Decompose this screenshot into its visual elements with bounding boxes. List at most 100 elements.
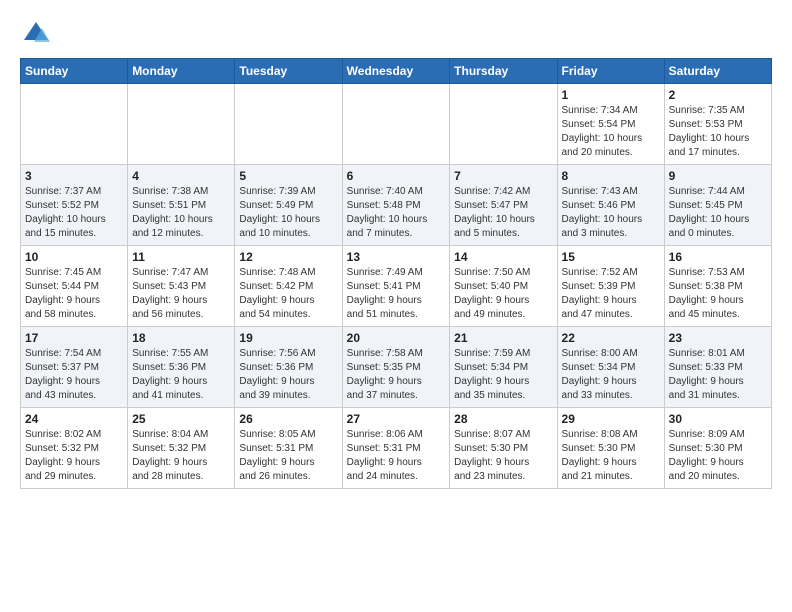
calendar-cell: 27 Sunrise: 8:06 AM Sunset: 5:31 PM Dayli… [342, 408, 450, 489]
day-number: 23 [669, 331, 767, 345]
day-info: Sunrise: 7:50 AM Sunset: 5:40 PM Dayligh… [454, 266, 552, 322]
day-of-week-saturday: Saturday [664, 59, 771, 84]
day-number: 3 [25, 169, 123, 183]
day-of-week-monday: Monday [128, 59, 235, 84]
day-info: Sunrise: 7:34 AM Sunset: 5:54 PM Dayligh… [562, 104, 660, 160]
day-info: Sunrise: 7:56 AM Sunset: 5:36 PM Dayligh… [239, 347, 337, 403]
day-info: Sunrise: 7:42 AM Sunset: 5:47 PM Dayligh… [454, 185, 552, 241]
day-number: 12 [239, 250, 337, 264]
calendar-cell [21, 84, 128, 165]
day-info: Sunrise: 7:40 AM Sunset: 5:48 PM Dayligh… [347, 185, 446, 241]
calendar-cell: 22 Sunrise: 8:00 AM Sunset: 5:34 PM Dayli… [557, 327, 664, 408]
calendar-cell: 19 Sunrise: 7:56 AM Sunset: 5:36 PM Dayli… [235, 327, 342, 408]
day-number: 20 [347, 331, 446, 345]
calendar-body: 1 Sunrise: 7:34 AM Sunset: 5:54 PM Daylig… [21, 84, 772, 489]
day-info: Sunrise: 7:59 AM Sunset: 5:34 PM Dayligh… [454, 347, 552, 403]
day-info: Sunrise: 8:00 AM Sunset: 5:34 PM Dayligh… [562, 347, 660, 403]
page: SundayMondayTuesdayWednesdayThursdayFrid… [0, 0, 792, 499]
calendar-cell: 9 Sunrise: 7:44 AM Sunset: 5:45 PM Daylig… [664, 165, 771, 246]
day-info: Sunrise: 7:55 AM Sunset: 5:36 PM Dayligh… [132, 347, 230, 403]
calendar-cell [235, 84, 342, 165]
calendar-cell [450, 84, 557, 165]
day-info: Sunrise: 7:47 AM Sunset: 5:43 PM Dayligh… [132, 266, 230, 322]
day-info: Sunrise: 8:01 AM Sunset: 5:33 PM Dayligh… [669, 347, 767, 403]
calendar-cell: 2Sunrise: 7:35 AM Sunset: 5:53 PM Daylig… [664, 84, 771, 165]
calendar-cell: 15Sunrise: 7:52 AM Sunset: 5:39 PM Dayli… [557, 246, 664, 327]
calendar-table: SundayMondayTuesdayWednesdayThursdayFrid… [20, 58, 772, 489]
week-row-1: 1 Sunrise: 7:34 AM Sunset: 5:54 PM Daylig… [21, 84, 772, 165]
day-number: 4 [132, 169, 230, 183]
day-info: Sunrise: 7:37 AM Sunset: 5:52 PM Dayligh… [25, 185, 123, 241]
header-row: SundayMondayTuesdayWednesdayThursdayFrid… [21, 59, 772, 84]
day-info: Sunrise: 8:04 AM Sunset: 5:32 PM Dayligh… [132, 428, 230, 484]
calendar-cell: 24 Sunrise: 8:02 AM Sunset: 5:32 PM Dayli… [21, 408, 128, 489]
day-number: 19 [239, 331, 337, 345]
week-row-5: 24 Sunrise: 8:02 AM Sunset: 5:32 PM Dayli… [21, 408, 772, 489]
day-number: 11 [132, 250, 230, 264]
day-info: Sunrise: 8:09 AM Sunset: 5:30 PM Dayligh… [669, 428, 767, 484]
day-number: 18 [132, 331, 230, 345]
calendar-cell: 1 Sunrise: 7:34 AM Sunset: 5:54 PM Daylig… [557, 84, 664, 165]
week-row-3: 10 Sunrise: 7:45 AM Sunset: 5:44 PM Dayli… [21, 246, 772, 327]
day-number: 6 [347, 169, 446, 183]
day-info: Sunrise: 8:07 AM Sunset: 5:30 PM Dayligh… [454, 428, 552, 484]
day-of-week-thursday: Thursday [450, 59, 557, 84]
calendar-cell: 6 Sunrise: 7:40 AM Sunset: 5:48 PM Daylig… [342, 165, 450, 246]
day-info: Sunrise: 8:06 AM Sunset: 5:31 PM Dayligh… [347, 428, 446, 484]
day-number: 22 [562, 331, 660, 345]
calendar-cell: 25 Sunrise: 8:04 AM Sunset: 5:32 PM Dayli… [128, 408, 235, 489]
day-number: 2 [669, 88, 767, 102]
calendar-cell: 3 Sunrise: 7:37 AM Sunset: 5:52 PM Daylig… [21, 165, 128, 246]
day-number: 26 [239, 412, 337, 426]
day-info: Sunrise: 8:05 AM Sunset: 5:31 PM Dayligh… [239, 428, 337, 484]
calendar-cell: 14 Sunrise: 7:50 AM Sunset: 5:40 PM Dayli… [450, 246, 557, 327]
calendar-cell: 10 Sunrise: 7:45 AM Sunset: 5:44 PM Dayli… [21, 246, 128, 327]
day-number: 30 [669, 412, 767, 426]
day-info: Sunrise: 8:02 AM Sunset: 5:32 PM Dayligh… [25, 428, 123, 484]
day-number: 1 [562, 88, 660, 102]
day-number: 15 [562, 250, 660, 264]
day-number: 7 [454, 169, 552, 183]
calendar-cell: 11 Sunrise: 7:47 AM Sunset: 5:43 PM Dayli… [128, 246, 235, 327]
day-number: 24 [25, 412, 123, 426]
day-number: 5 [239, 169, 337, 183]
day-number: 27 [347, 412, 446, 426]
calendar-header: SundayMondayTuesdayWednesdayThursdayFrid… [21, 59, 772, 84]
day-of-week-friday: Friday [557, 59, 664, 84]
calendar-cell: 18 Sunrise: 7:55 AM Sunset: 5:36 PM Dayli… [128, 327, 235, 408]
calendar-cell: 4 Sunrise: 7:38 AM Sunset: 5:51 PM Daylig… [128, 165, 235, 246]
calendar-cell: 30 Sunrise: 8:09 AM Sunset: 5:30 PM Dayli… [664, 408, 771, 489]
day-number: 9 [669, 169, 767, 183]
calendar-cell: 17Sunrise: 7:54 AM Sunset: 5:37 PM Dayli… [21, 327, 128, 408]
day-info: Sunrise: 7:53 AM Sunset: 5:38 PM Dayligh… [669, 266, 767, 322]
day-number: 25 [132, 412, 230, 426]
day-number: 21 [454, 331, 552, 345]
day-number: 10 [25, 250, 123, 264]
calendar-cell: 8 Sunrise: 7:43 AM Sunset: 5:46 PM Daylig… [557, 165, 664, 246]
day-info: Sunrise: 7:54 AM Sunset: 5:37 PM Dayligh… [25, 347, 123, 403]
calendar-cell: 12 Sunrise: 7:48 AM Sunset: 5:42 PM Dayli… [235, 246, 342, 327]
day-of-week-sunday: Sunday [21, 59, 128, 84]
calendar-cell: 20 Sunrise: 7:58 AM Sunset: 5:35 PM Dayli… [342, 327, 450, 408]
day-info: Sunrise: 7:43 AM Sunset: 5:46 PM Dayligh… [562, 185, 660, 241]
calendar-cell [128, 84, 235, 165]
day-info: Sunrise: 7:44 AM Sunset: 5:45 PM Dayligh… [669, 185, 767, 241]
calendar-cell: 26 Sunrise: 8:05 AM Sunset: 5:31 PM Dayli… [235, 408, 342, 489]
day-number: 16 [669, 250, 767, 264]
calendar-cell: 5 Sunrise: 7:39 AM Sunset: 5:49 PM Daylig… [235, 165, 342, 246]
day-info: Sunrise: 7:39 AM Sunset: 5:49 PM Dayligh… [239, 185, 337, 241]
day-number: 13 [347, 250, 446, 264]
day-info: Sunrise: 7:38 AM Sunset: 5:51 PM Dayligh… [132, 185, 230, 241]
calendar-cell: 13Sunrise: 7:49 AM Sunset: 5:41 PM Dayli… [342, 246, 450, 327]
day-info: Sunrise: 7:58 AM Sunset: 5:35 PM Dayligh… [347, 347, 446, 403]
logo [20, 20, 50, 48]
day-number: 8 [562, 169, 660, 183]
day-of-week-wednesday: Wednesday [342, 59, 450, 84]
calendar-cell: 16 Sunrise: 7:53 AM Sunset: 5:38 PM Dayli… [664, 246, 771, 327]
calendar-cell: 28Sunrise: 8:07 AM Sunset: 5:30 PM Dayli… [450, 408, 557, 489]
day-info: Sunrise: 7:45 AM Sunset: 5:44 PM Dayligh… [25, 266, 123, 322]
logo-icon [22, 20, 50, 48]
calendar-cell: 7 Sunrise: 7:42 AM Sunset: 5:47 PM Daylig… [450, 165, 557, 246]
day-number: 14 [454, 250, 552, 264]
day-info: Sunrise: 7:48 AM Sunset: 5:42 PM Dayligh… [239, 266, 337, 322]
